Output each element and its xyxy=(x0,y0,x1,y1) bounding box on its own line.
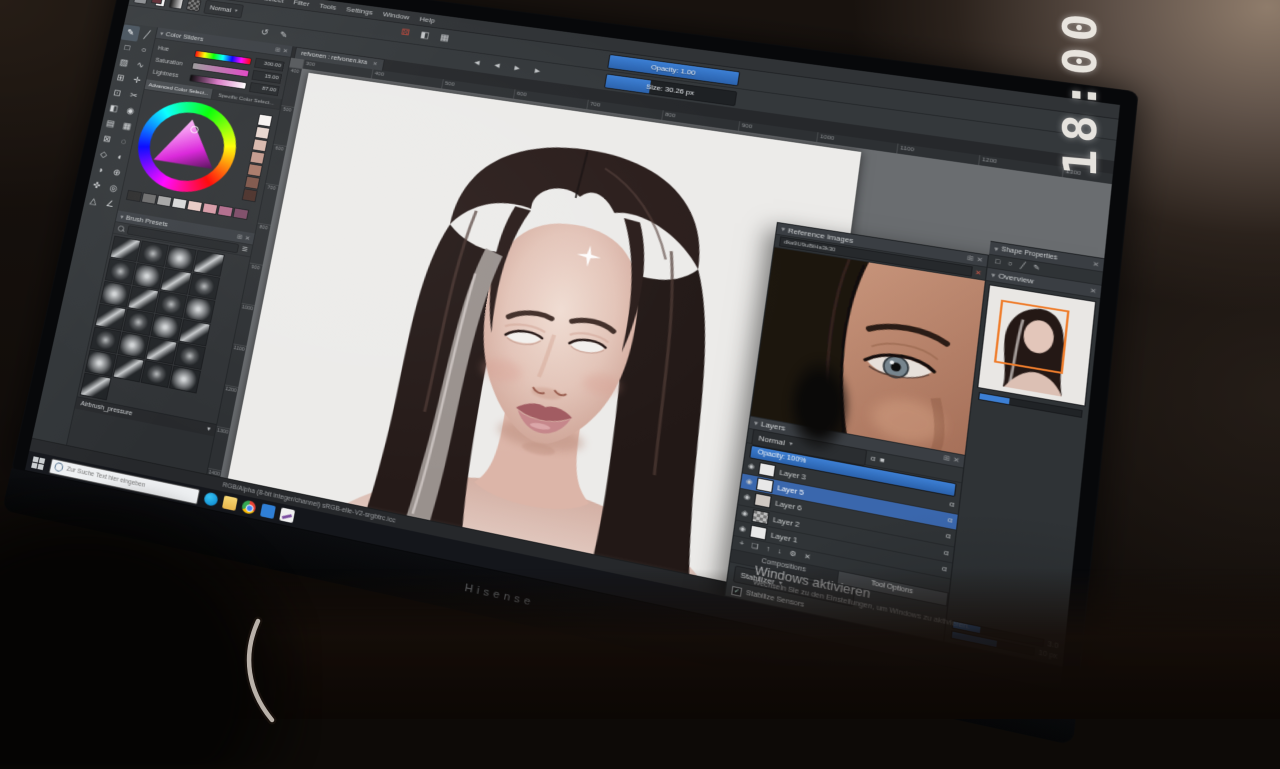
collapse-icon: ▾ xyxy=(754,419,759,427)
line-icon[interactable]: ╱ xyxy=(1020,263,1026,270)
menu-help[interactable]: Help xyxy=(419,15,436,24)
move-layer-down-icon[interactable]: ↓ xyxy=(777,548,782,556)
stabilizer-delay-value: 10 px xyxy=(1038,649,1057,660)
eye-icon[interactable]: ◉ xyxy=(745,478,753,486)
alpha-lock-icon[interactable]: α xyxy=(870,455,875,463)
eye-icon[interactable]: ◉ xyxy=(739,525,747,533)
detach-icon[interactable]: ⊞ xyxy=(275,46,281,53)
pattern-chip[interactable] xyxy=(186,0,202,12)
alpha-icon[interactable]: α xyxy=(943,549,948,557)
alpha-icon[interactable]: α xyxy=(947,517,952,525)
menu-filter[interactable]: Filter xyxy=(293,0,310,8)
advanced-color-selector xyxy=(118,90,280,234)
menu-select[interactable]: Select xyxy=(263,0,284,4)
collapse-icon: ▾ xyxy=(160,30,164,37)
overview-title: Overview xyxy=(998,272,1034,286)
pattern-icon[interactable]: ▦ xyxy=(436,31,453,46)
stabilize-sensors-checkbox[interactable]: ✓ xyxy=(731,586,742,597)
search-icon xyxy=(117,225,124,232)
fg-bg-color-swatch[interactable] xyxy=(150,0,166,7)
duplicate-layer-icon[interactable]: ❏ xyxy=(751,543,759,551)
layer-thumbnail xyxy=(754,493,772,509)
lightness-label: Lightness xyxy=(152,70,186,81)
blending-mode-dropdown[interactable]: Normal ▾ xyxy=(203,0,244,18)
dice-random-icon[interactable]: ⚄ xyxy=(396,26,413,41)
delete-layer-icon[interactable]: ✕ xyxy=(804,553,811,561)
close-icon[interactable]: ✕ xyxy=(372,61,378,67)
monitor-brand-logo: Hisense xyxy=(464,582,536,609)
menu-tools[interactable]: Tools xyxy=(319,2,337,12)
next-frame-icon[interactable]: ▶ xyxy=(508,60,526,76)
add-layer-icon[interactable]: + xyxy=(739,540,744,548)
menu-settings[interactable]: Settings xyxy=(346,5,374,16)
brush-preset[interactable] xyxy=(169,366,201,394)
collapse-icon: ▾ xyxy=(781,226,785,234)
close-icon[interactable]: ✕ xyxy=(244,234,250,242)
layer-thumbnail xyxy=(749,525,767,541)
collapse-icon: ▾ xyxy=(120,213,124,220)
brush-preset[interactable] xyxy=(113,355,145,383)
layer-thumbnail xyxy=(752,509,770,525)
close-icon[interactable]: ✕ xyxy=(953,456,960,465)
start-button[interactable] xyxy=(29,454,46,471)
gradient-chip[interactable] xyxy=(169,0,185,9)
menu-window[interactable]: Window xyxy=(382,10,410,21)
collapse-icon: ▾ xyxy=(991,271,996,279)
search-icon xyxy=(54,462,64,473)
overview-thumbnail[interactable] xyxy=(977,284,1096,406)
reload-icon[interactable]: ↺ xyxy=(256,26,273,41)
chevron-down-icon: ▾ xyxy=(206,426,211,433)
right-docker-group: ▾ Reference Images ⊞ ✕ dka9U9uBiHa3k30 ✕ xyxy=(724,222,1103,667)
prev-frame-icon[interactable]: ◀ xyxy=(488,58,506,74)
layer-thumbnail xyxy=(756,477,774,493)
skip-back-icon[interactable]: ◀ xyxy=(468,55,486,70)
chevron-down-icon: ▾ xyxy=(234,7,238,13)
move-layer-up-icon[interactable]: ↑ xyxy=(766,546,771,554)
foreground-object xyxy=(786,356,852,454)
close-icon[interactable]: ✕ xyxy=(1092,260,1099,269)
brush-preset[interactable] xyxy=(141,360,173,388)
detach-icon[interactable]: ⊞ xyxy=(967,255,974,263)
chevron-down-icon: ▾ xyxy=(779,579,783,587)
ellipse-icon[interactable]: ○ xyxy=(1007,261,1013,268)
collapse-icon: ▾ xyxy=(994,245,999,253)
layer-properties-icon[interactable]: ⚙ xyxy=(789,550,797,558)
lock-icon[interactable]: ■ xyxy=(879,457,885,465)
lightness-value[interactable]: 87.00 xyxy=(249,82,280,96)
alpha-icon[interactable]: α xyxy=(949,501,954,509)
cable xyxy=(228,616,318,726)
detach-icon[interactable]: ⊞ xyxy=(237,233,243,241)
alpha-icon[interactable]: α xyxy=(942,566,947,574)
rectangle-icon[interactable]: □ xyxy=(995,259,1001,266)
brush-preset-chip[interactable] xyxy=(133,0,148,4)
stabilizer-distance-value: 3.0 xyxy=(1047,640,1058,649)
detach-icon[interactable]: ⊞ xyxy=(943,454,950,463)
pen-icon[interactable]: ✎ xyxy=(1033,265,1040,273)
blending-mode-value: Normal xyxy=(209,3,232,13)
eye-icon[interactable]: ◉ xyxy=(743,494,751,502)
pen-settings-icon[interactable]: ✎ xyxy=(275,28,292,43)
stabilizer-value: Stabilizer xyxy=(740,571,775,587)
skip-forward-icon[interactable]: ▶ xyxy=(529,63,547,79)
close-icon[interactable]: ✕ xyxy=(282,47,288,54)
close-icon[interactable]: ✕ xyxy=(1090,286,1097,295)
alpha-icon[interactable]: α xyxy=(945,533,950,541)
close-icon[interactable]: ✕ xyxy=(976,256,983,264)
layer-thumbnail xyxy=(758,462,776,478)
photo-timestamp: 18:00 xyxy=(1000,0,1160,184)
brush-preset[interactable] xyxy=(80,373,112,401)
eye-icon[interactable]: ◉ xyxy=(748,463,756,471)
layer-blending-value: Normal xyxy=(758,433,785,446)
menu-icon[interactable]: ☰ xyxy=(241,246,248,253)
eye-icon[interactable]: ◉ xyxy=(741,510,749,518)
mirror-icon[interactable]: ◧ xyxy=(416,28,433,43)
remove-reference-icon[interactable]: ✕ xyxy=(975,268,982,276)
